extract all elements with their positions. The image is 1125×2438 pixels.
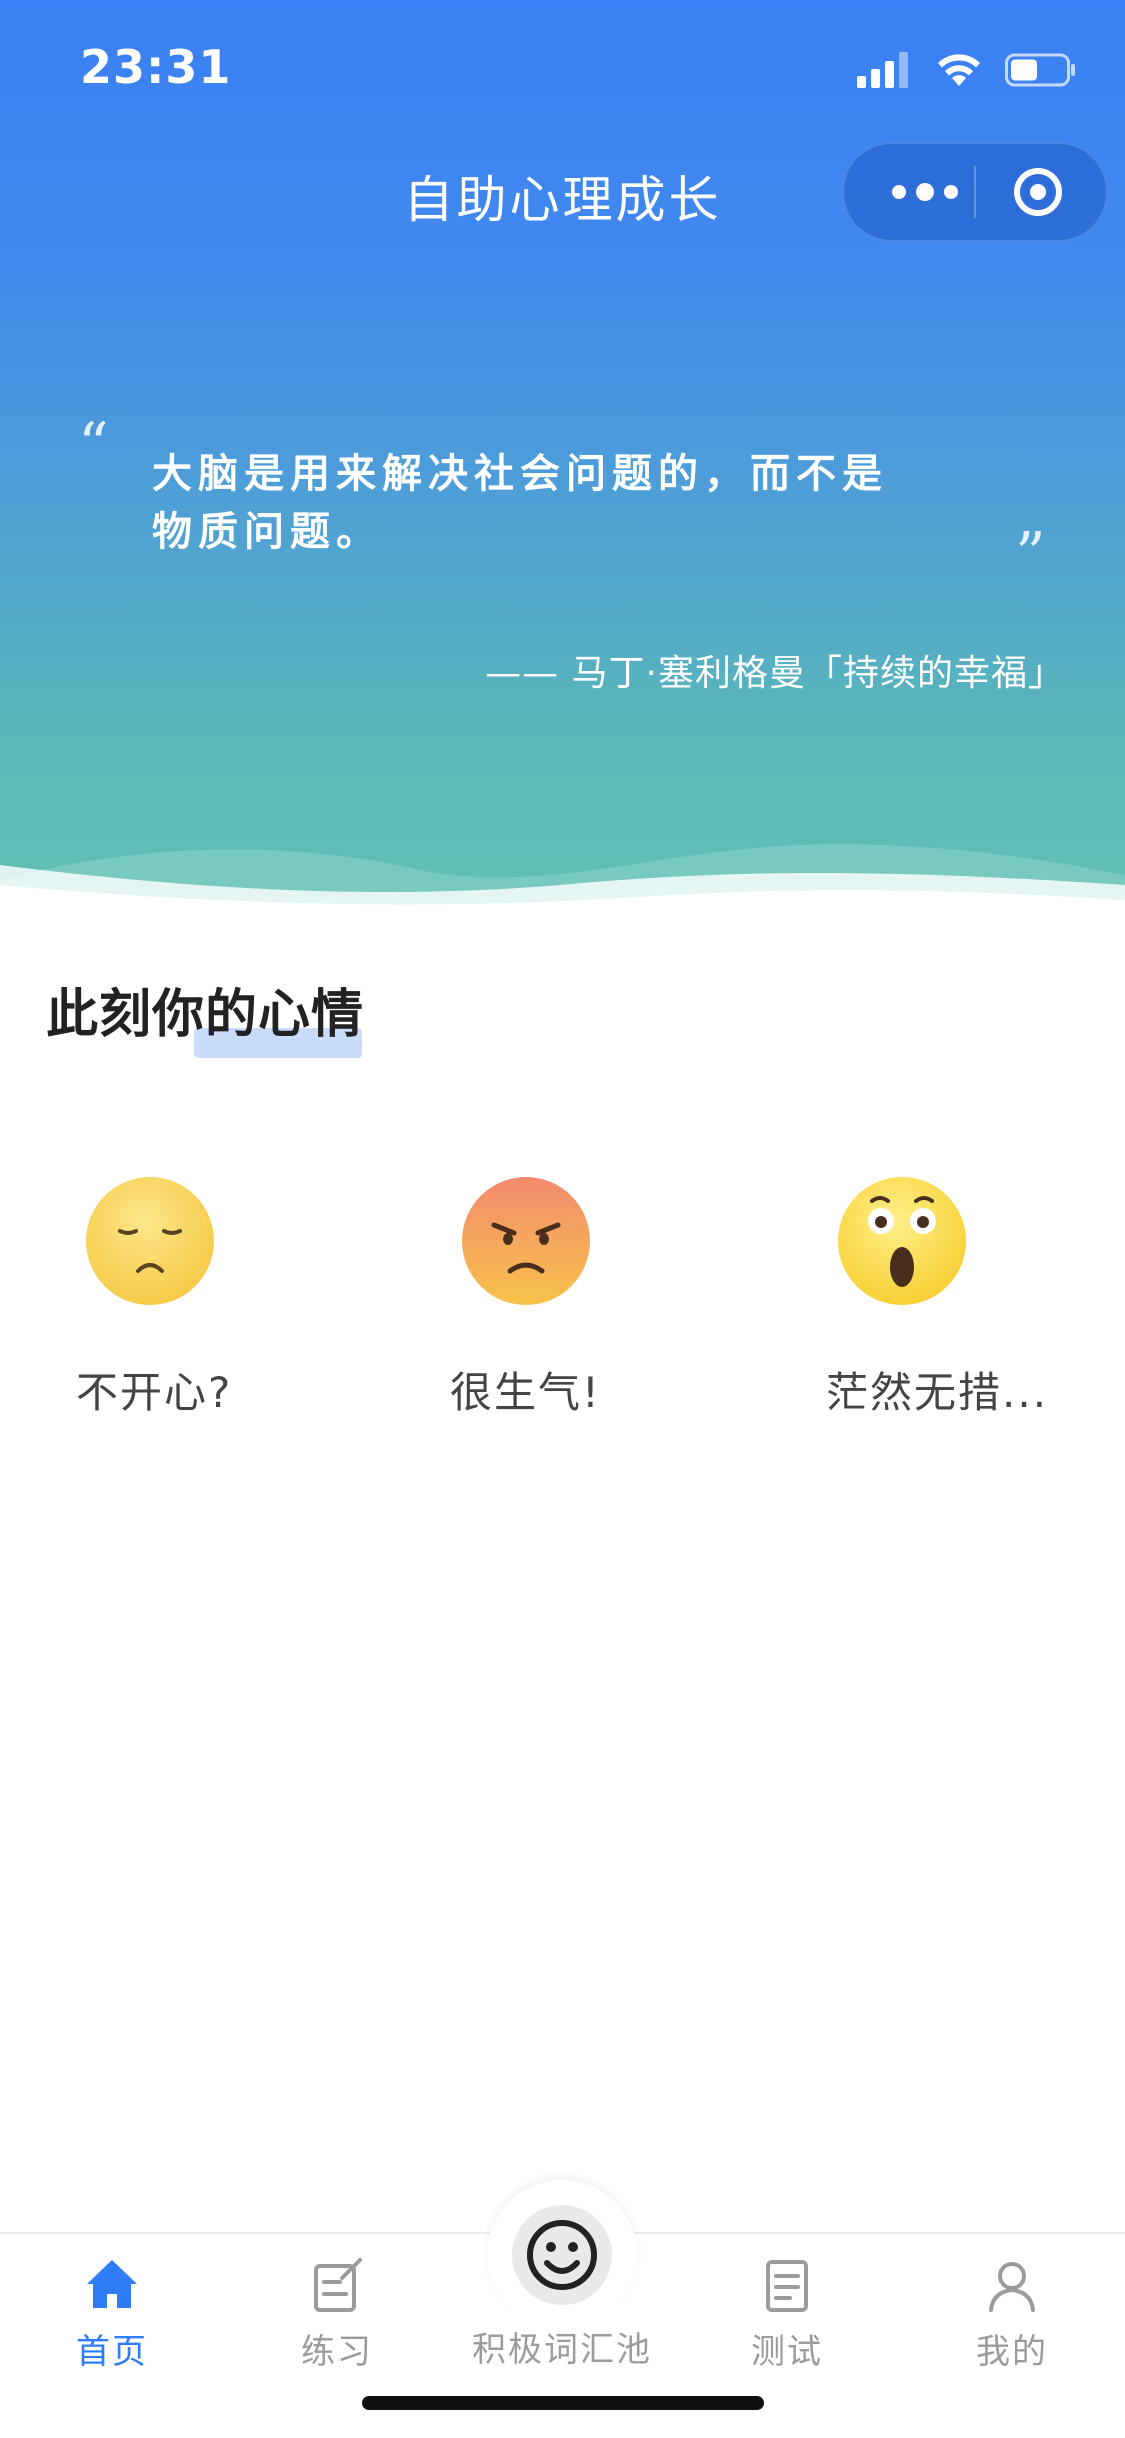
battery-icon: [1005, 53, 1075, 87]
signal-icon: [857, 52, 908, 88]
test-list-icon: [766, 2260, 808, 2312]
mini-program-capsule: [843, 143, 1107, 241]
tab-label: 积极词汇池: [472, 2330, 652, 2370]
quote-open-mark: “: [78, 410, 109, 480]
quote-line-1: 大脑是用来解决社会问题的，而不是: [152, 451, 888, 497]
more-options-button[interactable]: [880, 172, 970, 212]
close-mini-program-button[interactable]: [1012, 166, 1064, 218]
quote-line-2: 物质问题。: [152, 509, 382, 555]
quote-author: —— 马丁·塞利格曼「持续的幸福」: [485, 653, 1065, 694]
tab-test[interactable]: 测试: [707, 2254, 867, 2373]
mood-confused[interactable]: 茫然无措...: [752, 1175, 1052, 1417]
status-time: 23:31: [80, 40, 232, 94]
wifi-icon: [938, 54, 980, 86]
hero-banner: 23:31 自助心理成长 “ 大脑是用来解决社会问题的，而不是 物质问题。 ” …: [0, 0, 1125, 910]
edit-icon: [314, 2258, 362, 2312]
smiley-icon: [527, 2220, 597, 2290]
capsule-divider: [974, 166, 976, 218]
tab-practice[interactable]: 练习: [257, 2254, 417, 2373]
mood-label: 不开心?: [76, 1368, 233, 1417]
status-icons: [857, 46, 1077, 94]
tab-label: 测试: [751, 2332, 823, 2372]
surprised-face-icon: [838, 1177, 966, 1305]
tab-positive-words[interactable]: [512, 2205, 612, 2305]
home-icon: [87, 2260, 137, 2308]
mood-label: 很生气!: [450, 1368, 601, 1417]
mood-label: 茫然无措...: [826, 1368, 1049, 1417]
tab-mine[interactable]: 我的: [932, 2254, 1092, 2373]
tab-label: 练习: [301, 2332, 373, 2372]
tab-label: 我的: [976, 2332, 1048, 2372]
user-icon: [989, 2262, 1035, 2312]
quote-close-mark: ”: [1015, 520, 1046, 590]
sad-face-icon: [86, 1177, 214, 1305]
section-title: 此刻你的心情: [46, 985, 365, 1045]
tab-home[interactable]: 首页: [32, 2254, 192, 2373]
quote-text: 大脑是用来解决社会问题的，而不是 物质问题。: [152, 445, 952, 561]
mood-sad[interactable]: 不开心?: [0, 1175, 300, 1417]
mood-angry[interactable]: 很生气!: [376, 1175, 676, 1417]
angry-face-icon: [462, 1177, 590, 1305]
home-indicator: [362, 2396, 764, 2410]
tab-label: 首页: [76, 2332, 148, 2372]
wave-divider: [0, 844, 1125, 910]
